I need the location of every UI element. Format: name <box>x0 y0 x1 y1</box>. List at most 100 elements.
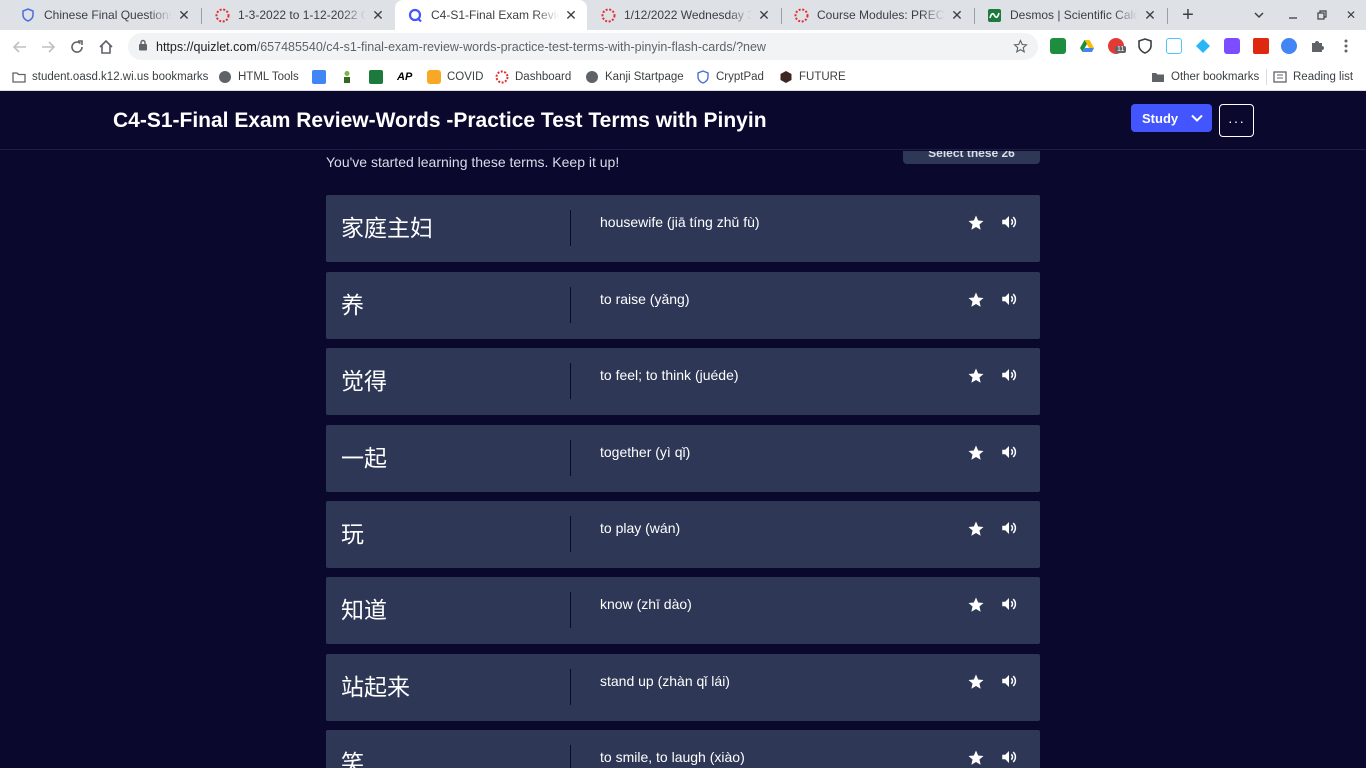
browser-tab[interactable]: 1/12/2022 Wednesday 3:00 ✕ <box>588 0 780 30</box>
browser-tab[interactable]: Desmos | Scientific Calculator ✕ <box>974 0 1166 30</box>
tab-close-icon[interactable]: ✕ <box>949 7 965 23</box>
star-icon[interactable] <box>967 214 985 232</box>
drive-extension-icon[interactable] <box>1079 38 1095 54</box>
term-definition: know (zhī dào) <box>600 596 692 612</box>
minimize-icon[interactable] <box>1282 4 1304 26</box>
bookmark-item[interactable]: Dashboard <box>495 68 571 86</box>
star-icon[interactable] <box>967 367 985 385</box>
bookmark-item[interactable]: HTML Tools <box>218 68 299 86</box>
tab-close-icon[interactable]: ✕ <box>176 7 192 23</box>
shield-icon <box>696 70 710 84</box>
china-flag-extension-icon[interactable] <box>1253 38 1269 54</box>
term-divider <box>570 363 571 399</box>
tab-title: C4-S1-Final Exam Review-Words <box>431 8 559 22</box>
shield-extension-icon[interactable] <box>1137 38 1153 54</box>
term-word: 养 <box>341 293 364 319</box>
other-bookmarks[interactable]: Other bookmarks <box>1151 68 1259 86</box>
puzzle-extensions-icon[interactable] <box>1309 38 1325 54</box>
term-word: 一起 <box>341 446 387 472</box>
term-word: 玩 <box>341 522 364 548</box>
speaker-icon[interactable] <box>1000 519 1018 537</box>
restore-icon[interactable] <box>1311 4 1333 26</box>
tab-close-icon[interactable]: ✕ <box>756 7 772 23</box>
tab-close-icon[interactable]: ✕ <box>563 7 579 23</box>
term-card: 知道 know (zhī dào) <box>326 577 1040 644</box>
select-terms-button[interactable]: Select these 26 <box>903 151 1040 164</box>
star-icon[interactable] <box>967 291 985 309</box>
study-button[interactable]: Study <box>1131 104 1212 132</box>
term-card: 养 to raise (yǎng) <box>326 272 1040 339</box>
bookmark-item[interactable] <box>369 68 389 86</box>
speaker-icon[interactable] <box>1000 366 1018 384</box>
close-window-icon[interactable]: ✕ <box>1340 4 1362 26</box>
tm-extension-icon[interactable] <box>1224 38 1240 54</box>
forward-arrow-icon[interactable] <box>36 35 60 59</box>
term-word: 觉得 <box>341 369 387 395</box>
more-options-button[interactable]: ··· <box>1219 104 1254 137</box>
tab-search-chevron-icon[interactable] <box>1248 4 1270 26</box>
canvas-favicon-icon <box>214 7 230 23</box>
tab-close-icon[interactable]: ✕ <box>370 7 386 23</box>
term-divider <box>570 210 571 246</box>
reload-icon[interactable] <box>65 35 89 59</box>
reading-list[interactable]: Reading list <box>1273 68 1353 86</box>
cloud-extension-icon[interactable] <box>1166 38 1182 54</box>
tab-strip: Chinese Final Questions ✕ 1-3-2022 to 1-… <box>0 0 1366 30</box>
tab-separator <box>1167 8 1168 24</box>
bookmark-item[interactable]: Kanji Startpage <box>585 68 684 86</box>
other-bookmarks-label: Other bookmarks <box>1171 71 1260 83</box>
reading-list-label: Reading list <box>1293 71 1354 83</box>
globe-icon <box>585 70 599 84</box>
bookmark-folder[interactable]: student.oasd.k12.wi.us bookmarks <box>12 68 208 86</box>
globe-icon <box>218 70 232 84</box>
canvas-favicon-icon <box>793 7 809 23</box>
speaker-icon[interactable] <box>1000 443 1018 461</box>
extension-badge: 11 <box>1115 46 1127 53</box>
speaker-icon[interactable] <box>1000 213 1018 231</box>
bookmark-item[interactable] <box>312 68 332 86</box>
bookmark-label: Dashboard <box>515 71 572 83</box>
star-icon[interactable] <box>967 673 985 691</box>
canvas-favicon-icon <box>600 7 616 23</box>
term-card: 笑 to smile, to laugh (xiào) <box>326 730 1040 768</box>
speaker-icon[interactable] <box>1000 748 1018 766</box>
bookmark-item[interactable]: COVID <box>427 68 483 86</box>
classroom-extension-icon[interactable] <box>1050 38 1066 54</box>
speaker-icon[interactable] <box>1000 595 1018 613</box>
bookmark-item[interactable] <box>340 68 360 86</box>
browser-tab[interactable]: 1-3-2022 to 1-12-2022 Chinese ✕ <box>202 0 394 30</box>
diamond-extension-icon[interactable] <box>1195 38 1211 54</box>
abp-extension-icon[interactable]: 11 <box>1108 38 1127 54</box>
kebab-menu-icon[interactable] <box>1338 38 1354 54</box>
back-arrow-icon[interactable] <box>8 35 32 59</box>
bookmark-item[interactable]: CryptPad <box>696 68 764 86</box>
browser-tab[interactable]: Chinese Final Questions ✕ <box>8 0 200 30</box>
browser-tab-active[interactable]: C4-S1-Final Exam Review-Words ✕ <box>395 0 587 30</box>
lock-icon <box>138 38 148 56</box>
speaker-icon[interactable] <box>1000 290 1018 308</box>
bookmark-item[interactable]: FUTURE <box>779 68 846 86</box>
figure-icon <box>340 70 354 84</box>
bookmark-star-icon[interactable] <box>1013 39 1028 59</box>
address-bar[interactable]: https://quizlet.com/657485540/c4-s1-fina… <box>128 33 1038 60</box>
browser-tab[interactable]: Course Modules: PRECALCULUS ✕ <box>781 0 973 30</box>
new-tab-plus-icon[interactable]: + <box>1177 4 1199 26</box>
star-icon[interactable] <box>967 749 985 767</box>
term-word: 站起来 <box>341 675 410 701</box>
star-icon[interactable] <box>967 520 985 538</box>
folder-icon <box>1151 70 1165 84</box>
term-definition: together (yì qǐ) <box>600 444 691 460</box>
term-definition: stand up (zhàn qǐ lái) <box>600 673 730 689</box>
translate-extension-icon[interactable] <box>1281 38 1297 54</box>
bookmark-item[interactable]: AP <box>397 68 412 86</box>
speaker-icon[interactable] <box>1000 672 1018 690</box>
folder-icon <box>12 70 26 84</box>
bookmark-label: FUTURE <box>799 71 846 83</box>
tab-close-icon[interactable]: ✕ <box>1142 7 1158 23</box>
term-card: 一起 together (yì qǐ) <box>326 425 1040 492</box>
star-icon[interactable] <box>967 444 985 462</box>
home-icon[interactable] <box>94 35 118 59</box>
star-icon[interactable] <box>967 596 985 614</box>
term-word: 笑 <box>341 751 364 768</box>
bookmark-label: CryptPad <box>716 71 764 83</box>
